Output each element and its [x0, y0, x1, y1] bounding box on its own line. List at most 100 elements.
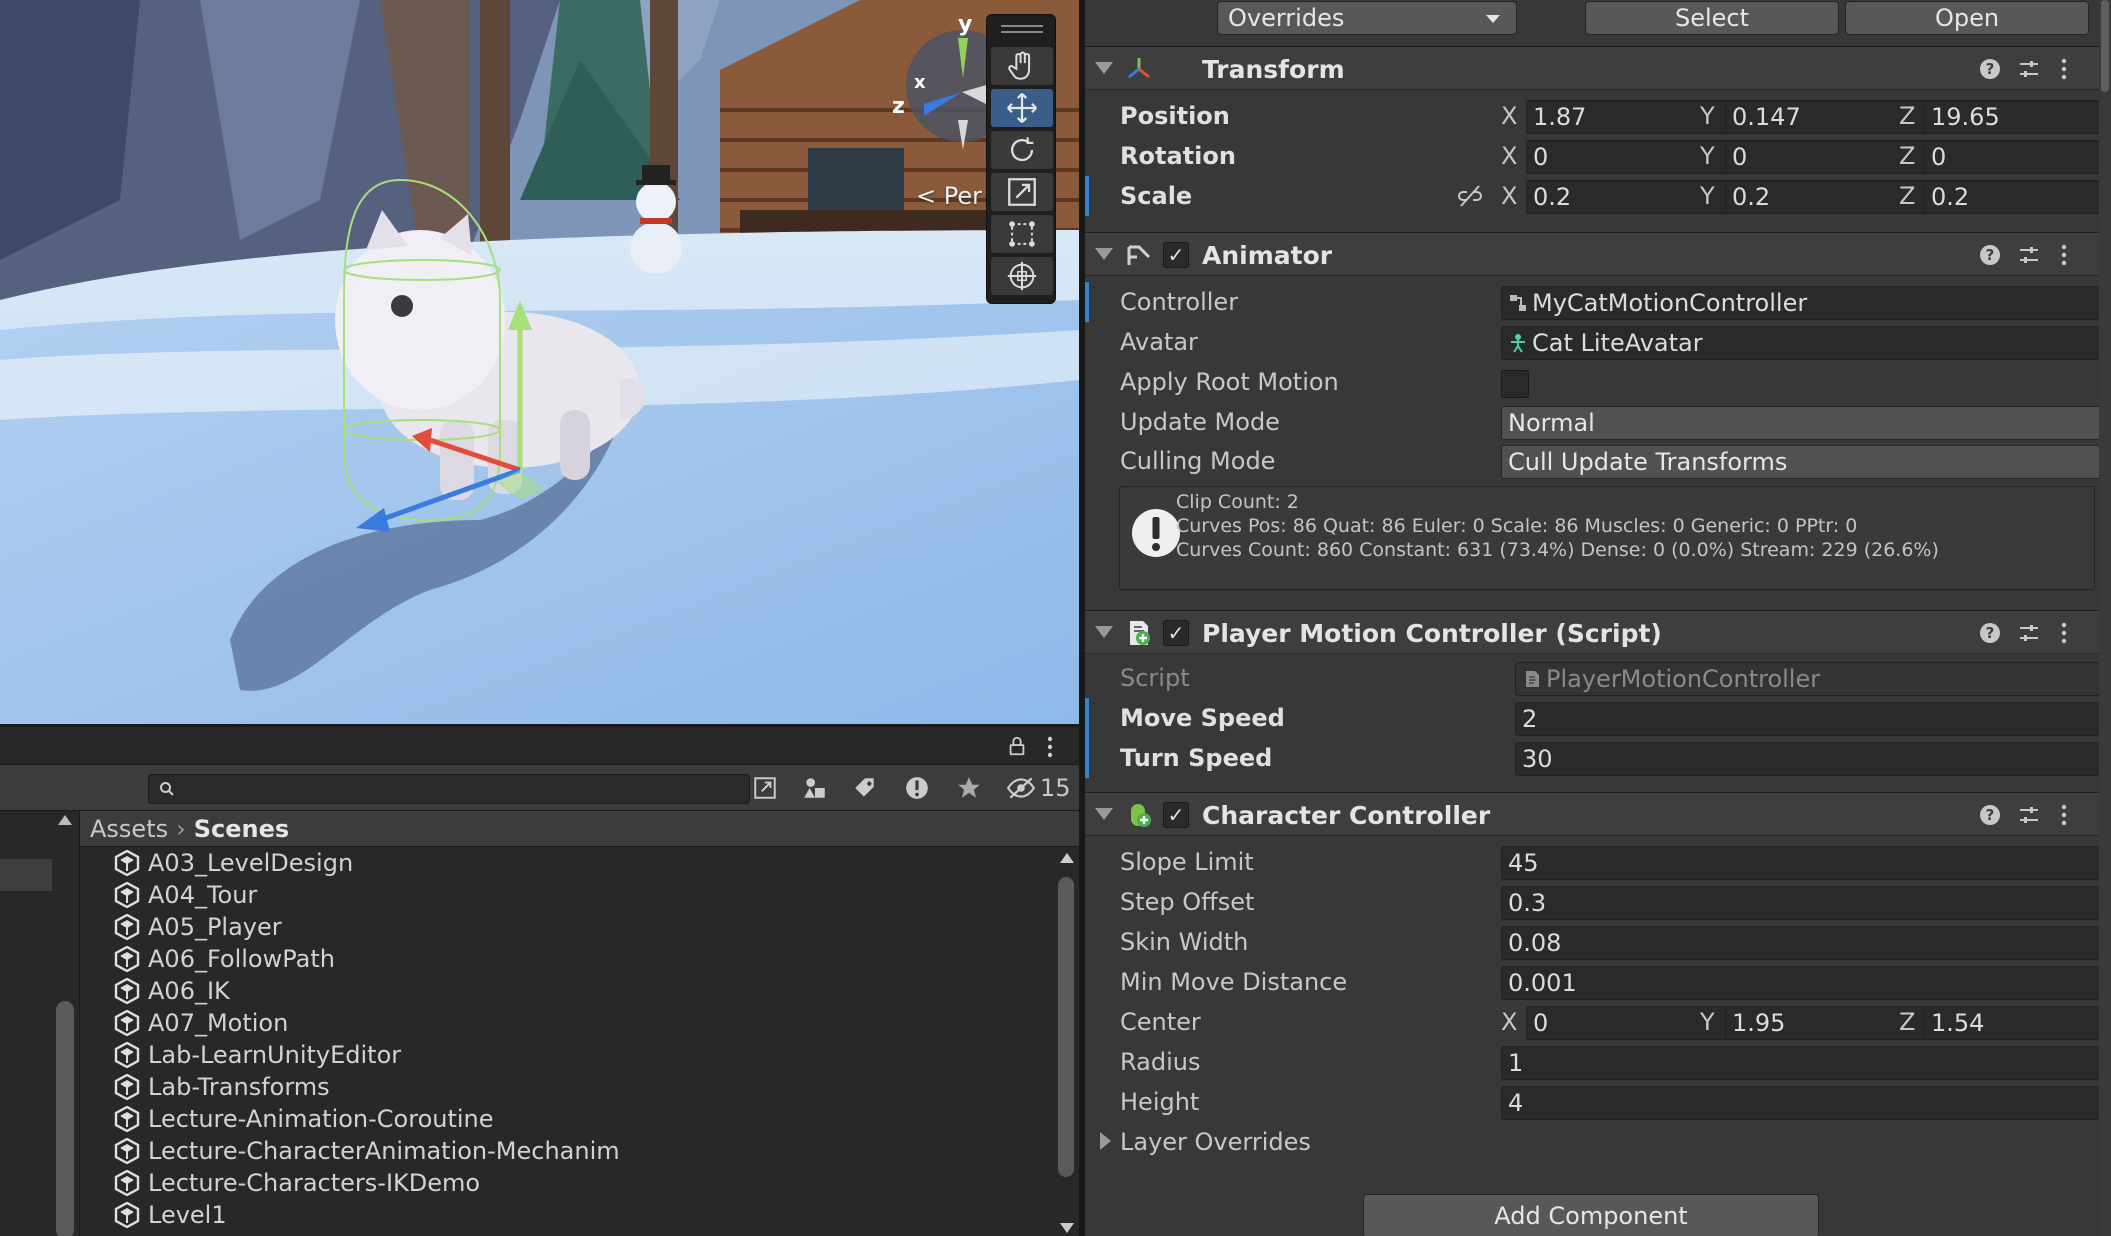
axis-z-label[interactable]: Z	[1899, 1008, 1915, 1036]
asset-list-scrollbar[interactable]	[1056, 847, 1078, 1236]
foldout-arrow-right-icon[interactable]	[1100, 1132, 1111, 1150]
help-icon[interactable]: ?	[1978, 621, 2002, 645]
radius-field[interactable]: 1	[1501, 1046, 2111, 1080]
height-field[interactable]: 4	[1501, 1086, 2111, 1120]
player-motion-header[interactable]: ✓ Player Motion Controller (Script) ?	[1085, 610, 2111, 654]
hidden-packages-toggle[interactable]: 15	[1006, 772, 1071, 804]
scroll-down-arrow[interactable]	[1060, 1223, 1074, 1233]
select-button[interactable]: Select	[1585, 1, 1839, 35]
character-controller-enabled-checkbox[interactable]: ✓	[1163, 802, 1189, 828]
update-mode-label[interactable]: Update Mode	[1120, 408, 1280, 436]
move-speed-field[interactable]: 2	[1515, 702, 2111, 736]
turn-speed-label[interactable]: Turn Speed	[1120, 744, 1272, 772]
tree-scroll-up-arrow[interactable]	[58, 815, 72, 825]
controller-object-field[interactable]: MyCatMotionController	[1501, 286, 2111, 320]
skin-width-field[interactable]: 0.08	[1501, 926, 2111, 960]
scene-asset-item[interactable]: A04_Tour	[80, 879, 1056, 911]
gizmo-z-label[interactable]: z	[892, 94, 905, 119]
turn-speed-field[interactable]: 30	[1515, 742, 2111, 776]
scene-asset-item[interactable]: Lecture-Animation-Coroutine	[80, 1103, 1056, 1135]
axis-y-label[interactable]: Y	[1700, 182, 1715, 210]
presets-sliders-icon[interactable]	[2017, 57, 2041, 81]
scene-asset-item[interactable]: Lab-LearnUnityEditor	[80, 1039, 1056, 1071]
scene-asset-item[interactable]: Lecture-CharacterAnimation-Mechanim	[80, 1135, 1056, 1167]
open-button[interactable]: Open	[1845, 1, 2089, 35]
kebab-menu-icon[interactable]	[2059, 243, 2069, 267]
update-mode-dropdown[interactable]: Normal	[1501, 406, 2111, 440]
constrain-proportions-link-icon[interactable]	[1455, 184, 1485, 208]
slope-limit-field[interactable]: 45	[1501, 846, 2111, 880]
gizmo-x-label[interactable]: x	[914, 72, 926, 93]
height-label[interactable]: Height	[1120, 1088, 1199, 1116]
apply-root-motion-checkbox[interactable]	[1501, 370, 1529, 398]
scene-view[interactable]: y z x < Per	[0, 0, 1079, 724]
step-offset-label[interactable]: Step Offset	[1120, 888, 1254, 916]
help-icon[interactable]: ?	[1978, 57, 2002, 81]
scene-viewport-render[interactable]	[0, 0, 1079, 724]
scene-asset-item[interactable]: A06_FollowPath	[80, 943, 1056, 975]
overrides-dropdown[interactable]: Overrides	[1217, 1, 1517, 35]
foldout-arrow-icon[interactable]	[1095, 248, 1113, 260]
scale-z-field[interactable]: 0.2	[1924, 180, 2111, 214]
avatar-object-field[interactable]: Cat LiteAvatar	[1501, 326, 2111, 360]
axis-x-label[interactable]: X	[1501, 182, 1517, 210]
scene-asset-item[interactable]: A06_IK	[80, 975, 1056, 1007]
layer-overrides-label[interactable]: Layer Overrides	[1120, 1128, 1311, 1156]
animator-header[interactable]: ✓ Animator ?	[1085, 232, 2111, 276]
tree-selected-folder[interactable]	[0, 859, 52, 891]
scene-asset-item[interactable]: A05_Player	[80, 911, 1056, 943]
scale-tool-button[interactable]	[991, 173, 1053, 211]
filter-by-label-button[interactable]	[846, 771, 884, 805]
transform-header[interactable]: Transform ?	[1085, 46, 2111, 90]
foldout-arrow-icon[interactable]	[1095, 808, 1113, 820]
tree-scrollbar-thumb[interactable]	[56, 1001, 74, 1236]
search-by-scene-button[interactable]	[746, 771, 784, 805]
breadcrumb-scenes[interactable]: Scenes	[194, 815, 289, 843]
presets-sliders-icon[interactable]	[2017, 621, 2041, 645]
scroll-up-arrow[interactable]	[1060, 853, 1074, 863]
gizmo-y-label[interactable]: y	[958, 12, 972, 37]
scrollbar-thumb[interactable]	[1058, 877, 1074, 1177]
position-label[interactable]: Position	[1120, 102, 1230, 130]
kebab-menu-icon[interactable]	[2059, 57, 2069, 81]
scene-asset-item[interactable]: A03_LevelDesign	[80, 847, 1056, 879]
axis-z-label[interactable]: Z	[1899, 142, 1915, 170]
scene-asset-item[interactable]: Level1	[80, 1199, 1056, 1231]
axis-x-label[interactable]: X	[1501, 102, 1517, 130]
axis-y-label[interactable]: Y	[1700, 102, 1715, 130]
center-z-field[interactable]: 1.54	[1924, 1006, 2111, 1040]
lock-icon[interactable]	[1006, 735, 1028, 757]
step-offset-field[interactable]: 0.3	[1501, 886, 2111, 920]
rect-tool-button[interactable]	[991, 215, 1053, 253]
favorites-button[interactable]	[950, 771, 988, 805]
foldout-arrow-icon[interactable]	[1095, 62, 1113, 74]
inspector-scrollbar[interactable]	[2099, 0, 2111, 1236]
inspector-scrollbar-thumb[interactable]	[2101, 0, 2109, 92]
position-z-field[interactable]: 19.65	[1924, 100, 2111, 134]
rotate-tool-button[interactable]	[991, 131, 1053, 169]
filter-by-log-button[interactable]	[898, 771, 936, 805]
min-move-distance-field[interactable]: 0.001	[1501, 966, 2111, 1000]
filter-by-type-button[interactable]	[796, 771, 834, 805]
layer-overrides-row[interactable]: Layer Overrides	[1085, 1122, 2111, 1162]
avatar-label[interactable]: Avatar	[1120, 328, 1198, 356]
presets-sliders-icon[interactable]	[2017, 803, 2041, 827]
center-label[interactable]: Center	[1120, 1008, 1201, 1036]
help-icon[interactable]: ?	[1978, 243, 2002, 267]
scene-asset-item[interactable]: A07_Motion	[80, 1007, 1056, 1039]
hand-tool-button[interactable]	[991, 47, 1053, 85]
palette-grip[interactable]	[1001, 25, 1043, 27]
scene-asset-item[interactable]: Lab-Transforms	[80, 1071, 1056, 1103]
axis-z-label[interactable]: Z	[1899, 102, 1915, 130]
player-motion-enabled-checkbox[interactable]: ✓	[1163, 620, 1189, 646]
move-tool-button[interactable]	[991, 89, 1053, 127]
apply-root-motion-label[interactable]: Apply Root Motion	[1120, 368, 1339, 396]
axis-y-label[interactable]: Y	[1700, 1008, 1715, 1036]
skin-width-label[interactable]: Skin Width	[1120, 928, 1248, 956]
breadcrumb-assets[interactable]: Assets	[90, 815, 168, 843]
rotation-label[interactable]: Rotation	[1120, 142, 1236, 170]
character-controller-header[interactable]: ✓ Character Controller ?	[1085, 792, 2111, 836]
kebab-menu-icon[interactable]	[2059, 621, 2069, 645]
axis-x-label[interactable]: X	[1501, 142, 1517, 170]
animator-enabled-checkbox[interactable]: ✓	[1163, 242, 1189, 268]
